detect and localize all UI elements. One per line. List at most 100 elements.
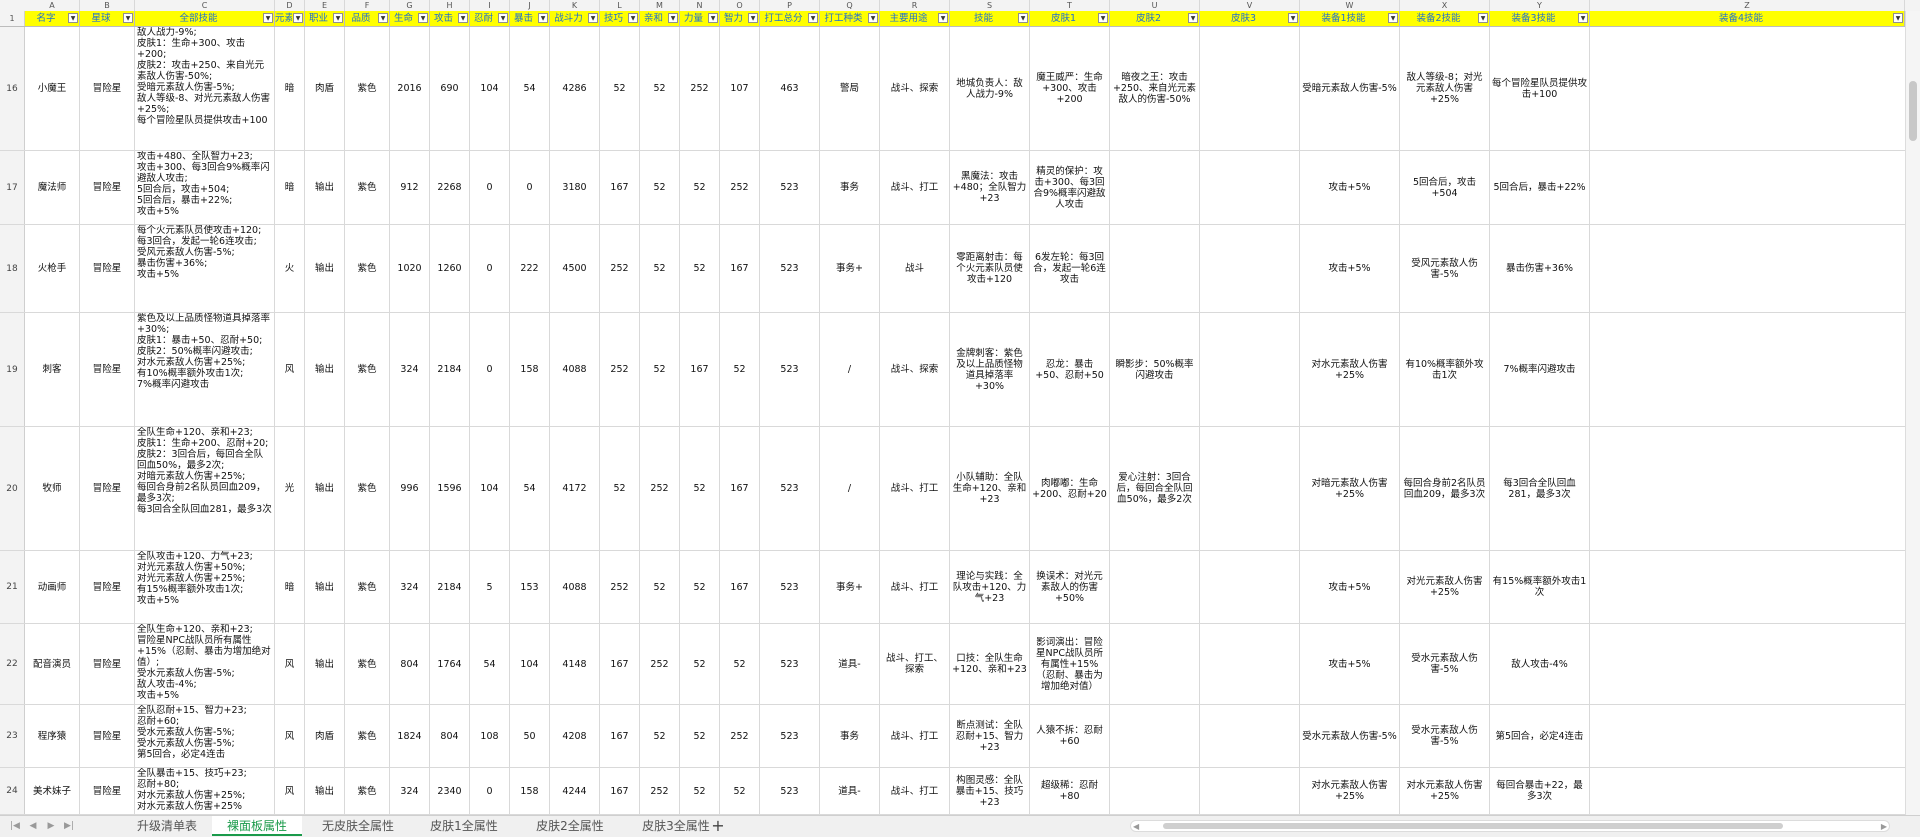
table-cell[interactable]: 52 bbox=[680, 551, 720, 623]
table-cell[interactable]: / bbox=[820, 313, 880, 426]
table-cell[interactable]: 912 bbox=[390, 151, 430, 224]
table-cell[interactable]: 爱心注射：3回合后，每回合全队回血50%，最多2次 bbox=[1110, 427, 1200, 550]
table-cell[interactable]: 每回合暴击+22，最多3次 bbox=[1490, 768, 1590, 814]
table-cell[interactable] bbox=[1110, 768, 1200, 814]
table-cell[interactable]: 0 bbox=[470, 151, 510, 224]
column-letter[interactable]: V bbox=[1200, 0, 1300, 11]
table-cell[interactable]: 54 bbox=[470, 624, 510, 704]
table-cell[interactable]: 美术妹子 bbox=[25, 768, 80, 814]
table-cell[interactable]: 配音演员 bbox=[25, 624, 80, 704]
horizontal-scrollbar[interactable]: ◀ ▶ bbox=[1130, 820, 1890, 832]
table-cell[interactable]: 1596 bbox=[430, 427, 470, 550]
table-cell[interactable]: 523 bbox=[760, 705, 820, 767]
filter-dropdown-icon[interactable]: ▼ bbox=[293, 13, 303, 23]
column-letter[interactable]: A bbox=[25, 0, 80, 11]
table-cell[interactable]: 战斗、打工、探索 bbox=[880, 624, 950, 704]
filter-dropdown-icon[interactable]: ▼ bbox=[808, 13, 818, 23]
table-cell[interactable]: 252 bbox=[720, 151, 760, 224]
filter-dropdown-icon[interactable]: ▼ bbox=[668, 13, 678, 23]
table-cell[interactable]: 小魔王 bbox=[25, 27, 80, 150]
table-cell[interactable]: 战斗、打工 bbox=[880, 151, 950, 224]
table-cell[interactable]: 523 bbox=[760, 225, 820, 312]
table-cell[interactable]: 252 bbox=[600, 225, 640, 312]
table-cell[interactable]: 暴击伤害+36% bbox=[1490, 225, 1590, 312]
table-cell[interactable] bbox=[1200, 151, 1300, 224]
table-cell[interactable]: 全队暴击+15、技巧+23; 忍耐+80; 对水元素敌人伤害+25%; 对水元素… bbox=[135, 768, 275, 814]
table-cell[interactable]: 252 bbox=[600, 313, 640, 426]
table-cell[interactable]: 167 bbox=[600, 705, 640, 767]
table-cell[interactable]: 人猿不拆：忍耐+60 bbox=[1030, 705, 1110, 767]
row-number[interactable]: 19 bbox=[0, 313, 25, 426]
column-letter[interactable]: J bbox=[510, 0, 550, 11]
table-cell[interactable]: 输出 bbox=[305, 551, 345, 623]
table-cell[interactable]: 2268 bbox=[430, 151, 470, 224]
header-cell[interactable]: 打工总分 ▼ bbox=[760, 11, 820, 26]
table-cell[interactable] bbox=[1200, 551, 1300, 623]
table-cell[interactable]: 324 bbox=[390, 551, 430, 623]
table-cell[interactable]: 攻击+5% bbox=[1300, 624, 1400, 704]
table-cell[interactable]: 紫色 bbox=[345, 27, 390, 150]
column-letter[interactable]: I bbox=[470, 0, 510, 11]
table-cell[interactable]: 54 bbox=[510, 427, 550, 550]
header-cell[interactable]: 暴击 ▼ bbox=[510, 11, 550, 26]
header-cell[interactable]: 智力 ▼ bbox=[720, 11, 760, 26]
table-cell[interactable]: 紫色 bbox=[345, 151, 390, 224]
table-cell[interactable]: 事务+ bbox=[820, 551, 880, 623]
table-cell[interactable]: 1824 bbox=[390, 705, 430, 767]
table-cell[interactable]: 252 bbox=[640, 624, 680, 704]
table-cell[interactable]: 52 bbox=[640, 225, 680, 312]
table-cell[interactable]: 52 bbox=[720, 768, 760, 814]
table-cell[interactable]: 804 bbox=[390, 624, 430, 704]
table-cell[interactable]: 第5回合，必定4连击 bbox=[1490, 705, 1590, 767]
table-cell[interactable] bbox=[1200, 705, 1300, 767]
table-cell[interactable]: 暗 bbox=[275, 151, 305, 224]
column-letter[interactable]: F bbox=[345, 0, 390, 11]
table-cell[interactable]: 紫色及以上品质怪物道具掉落率+30%; 皮肤1：暴击+50、忍耐+50; 皮肤2… bbox=[135, 313, 275, 426]
table-cell[interactable]: 6发左轮：每3回合，发起一轮6连攻击 bbox=[1030, 225, 1110, 312]
table-cell[interactable]: 输出 bbox=[305, 225, 345, 312]
table-cell[interactable]: 0 bbox=[510, 151, 550, 224]
header-cell[interactable]: 装备3技能 ▼ bbox=[1490, 11, 1590, 26]
filter-dropdown-icon[interactable]: ▼ bbox=[1018, 13, 1028, 23]
table-cell[interactable]: 有15%概率额外攻击1次 bbox=[1490, 551, 1590, 623]
header-cell[interactable]: 打工种类 ▼ bbox=[820, 11, 880, 26]
table-cell[interactable]: 紫色 bbox=[345, 705, 390, 767]
table-cell[interactable]: 52 bbox=[680, 768, 720, 814]
vertical-scroll-thumb[interactable] bbox=[1909, 81, 1917, 141]
table-cell[interactable]: 受水元素敌人伤害-5% bbox=[1400, 705, 1490, 767]
row-number[interactable]: 17 bbox=[0, 151, 25, 224]
table-cell[interactable]: 4244 bbox=[550, 768, 600, 814]
table-cell[interactable]: 690 bbox=[430, 27, 470, 150]
table-cell[interactable]: 167 bbox=[680, 313, 720, 426]
table-cell[interactable]: 3180 bbox=[550, 151, 600, 224]
row-number[interactable]: 22 bbox=[0, 624, 25, 704]
header-cell[interactable]: 装备1技能 ▼ bbox=[1300, 11, 1400, 26]
table-cell[interactable]: 攻击+5% bbox=[1300, 225, 1400, 312]
table-cell[interactable]: 4500 bbox=[550, 225, 600, 312]
prev-sheet-icon[interactable]: ◀ bbox=[26, 819, 40, 833]
sheet-tab[interactable]: 裸面板属性 bbox=[212, 816, 302, 836]
column-letter[interactable]: H bbox=[430, 0, 470, 11]
table-cell[interactable]: 104 bbox=[470, 427, 510, 550]
table-cell[interactable]: 光 bbox=[275, 427, 305, 550]
horizontal-scroll-thumb[interactable] bbox=[1163, 823, 1783, 829]
table-cell[interactable]: 战斗、探索 bbox=[880, 27, 950, 150]
header-cell[interactable]: 品质 ▼ bbox=[345, 11, 390, 26]
filter-dropdown-icon[interactable]: ▼ bbox=[628, 13, 638, 23]
table-cell[interactable]: 肉嘟嘟：生命+200、忍耐+20 bbox=[1030, 427, 1110, 550]
table-cell[interactable]: 523 bbox=[760, 551, 820, 623]
table-cell[interactable]: 324 bbox=[390, 313, 430, 426]
table-cell[interactable]: 158 bbox=[510, 768, 550, 814]
filter-dropdown-icon[interactable]: ▼ bbox=[1098, 13, 1108, 23]
table-cell[interactable]: 对水元素敌人伤害+25% bbox=[1300, 768, 1400, 814]
table-cell[interactable]: 4088 bbox=[550, 313, 600, 426]
column-letter[interactable]: R bbox=[880, 0, 950, 11]
filter-dropdown-icon[interactable]: ▼ bbox=[1288, 13, 1298, 23]
row-number[interactable]: 1 bbox=[0, 11, 25, 26]
filter-dropdown-icon[interactable]: ▼ bbox=[1188, 13, 1198, 23]
table-cell[interactable]: 222 bbox=[510, 225, 550, 312]
table-cell[interactable]: 紫色 bbox=[345, 313, 390, 426]
filter-dropdown-icon[interactable]: ▼ bbox=[708, 13, 718, 23]
row-number[interactable]: 23 bbox=[0, 705, 25, 767]
table-cell[interactable]: 324 bbox=[390, 768, 430, 814]
